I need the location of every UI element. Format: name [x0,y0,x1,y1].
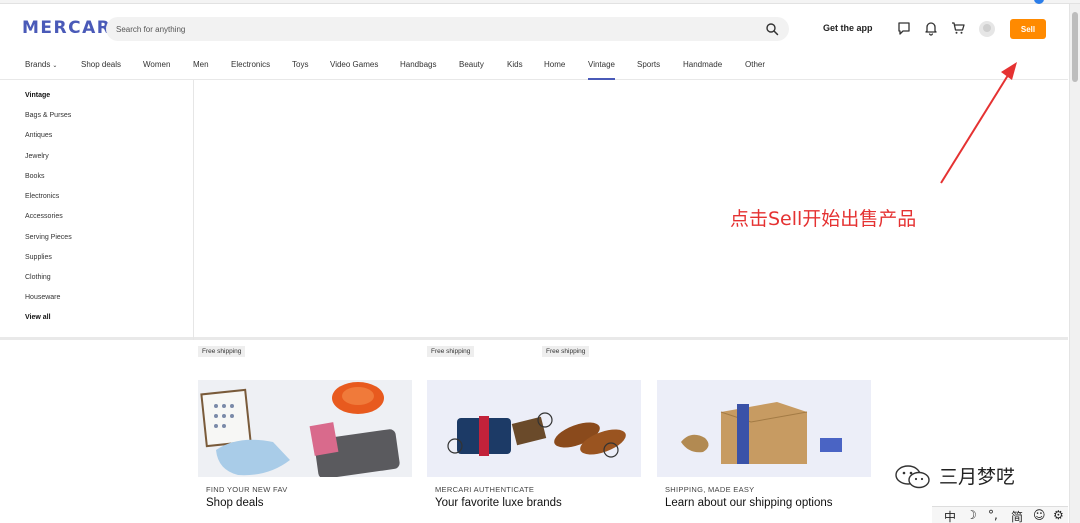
view-all-link[interactable]: View all [25,314,51,321]
search-bar[interactable] [106,17,789,41]
promo-card-authenticate[interactable]: MERCARI AUTHENTICATE Your favorite luxe … [427,380,641,523]
nav-item-other[interactable]: Other [745,60,765,69]
nav-item-men[interactable]: Men [193,60,209,69]
card-eyebrow: FIND YOUR NEW FAV [206,485,288,494]
nav-item-vintage[interactable]: Vintage [588,60,615,80]
promo-image-deals [198,380,412,477]
ime-toolbar: 中 ☽ °, 简 ☺ ⚙ [932,506,1068,523]
chevron-down-icon: ⌄ [52,63,58,69]
watermark-text: 三月梦呓 [939,466,1016,488]
promo-image-luxe [427,380,641,477]
annotation-text: 点击Sell开始出售产品 [730,208,917,230]
free-shipping-badge: Free shipping [542,346,590,357]
free-shipping-badge: Free shipping [198,346,246,357]
subcategory-item[interactable]: Bags & Purses [25,112,71,119]
wechat-watermark: 三月梦呓 [893,462,1063,492]
nav-item-shop-deals[interactable]: Shop deals [81,60,121,69]
search-icon[interactable] [765,22,779,36]
nav-item-home[interactable]: Home [544,60,565,69]
scrollbar-thumb[interactable] [1072,12,1078,82]
ime-emoji-icon[interactable]: ☺ [1033,508,1046,522]
subcategory-item[interactable]: Accessories [25,213,63,220]
card-eyebrow: SHIPPING, MADE EASY [665,485,755,494]
sell-button[interactable]: Sell [1010,19,1046,39]
ime-punctuation-icon[interactable]: °, [988,508,998,522]
subcategory-item[interactable]: Clothing [25,274,51,281]
nav-item-electronics[interactable]: Electronics [231,60,270,69]
ime-simplified-icon[interactable]: 简 [1011,508,1023,523]
nav-item-handmade[interactable]: Handmade [683,60,722,69]
promo-card-shop-deals[interactable]: FIND YOUR NEW FAV Shop deals [198,380,412,523]
avatar[interactable] [979,21,995,37]
site-header: MERCARI Get the app Sell [0,4,1068,50]
subcategory-list: Vintage Bags & Purses Antiques Jewelry B… [0,80,194,340]
ime-settings-icon[interactable]: ⚙ [1053,508,1064,522]
nav-item-sports[interactable]: Sports [637,60,660,69]
subcategory-item[interactable]: Books [25,173,44,180]
promo-image-shipping [657,380,871,477]
get-the-app-link[interactable]: Get the app [823,23,873,33]
nav-item-brands[interactable]: Brands ⌄ [25,60,57,69]
nav-item-toys[interactable]: Toys [292,60,308,69]
nav-item-kids[interactable]: Kids [507,60,523,69]
nav-item-women[interactable]: Women [143,60,170,69]
subcategory-item[interactable]: Houseware [25,294,60,301]
nav-item-handbags[interactable]: Handbags [400,60,436,69]
card-title: Your favorite luxe brands [435,497,562,509]
cart-icon[interactable] [950,20,966,36]
subcategory-item[interactable]: Serving Pieces [25,234,72,241]
subcategory-item[interactable]: Electronics [25,193,59,200]
subcategory-heading[interactable]: Vintage [25,92,50,99]
search-input[interactable] [116,21,736,37]
bell-icon[interactable] [923,20,939,36]
scrollbar[interactable] [1069,4,1080,523]
card-title: Learn about our shipping options [665,497,833,509]
card-title: Shop deals [206,497,264,509]
nav-item-video-games[interactable]: Video Games [330,60,378,69]
nav-item-beauty[interactable]: Beauty [459,60,484,69]
page: MERCARI Get the app Sell Brands⌄ Shop de… [0,0,1080,523]
ime-chinese-mode-icon[interactable]: 中 [944,508,956,523]
category-nav: Brands ⌄ Shop deals Women Men Electronics… [0,50,1068,80]
subcategory-item[interactable]: Jewelry [25,153,49,160]
subcategory-item[interactable]: Supplies [25,254,52,261]
card-eyebrow: MERCARI AUTHENTICATE [435,485,535,494]
subcategory-item[interactable]: Antiques [25,132,52,139]
promo-card-shipping[interactable]: SHIPPING, MADE EASY Learn about our ship… [657,380,871,523]
wechat-icon [895,465,930,489]
nav-label: Brands [25,60,51,69]
mercari-logo[interactable]: MERCARI [22,18,119,38]
message-icon[interactable] [896,20,912,36]
free-shipping-badge: Free shipping [427,346,475,357]
ime-moon-icon[interactable]: ☽ [966,508,977,522]
